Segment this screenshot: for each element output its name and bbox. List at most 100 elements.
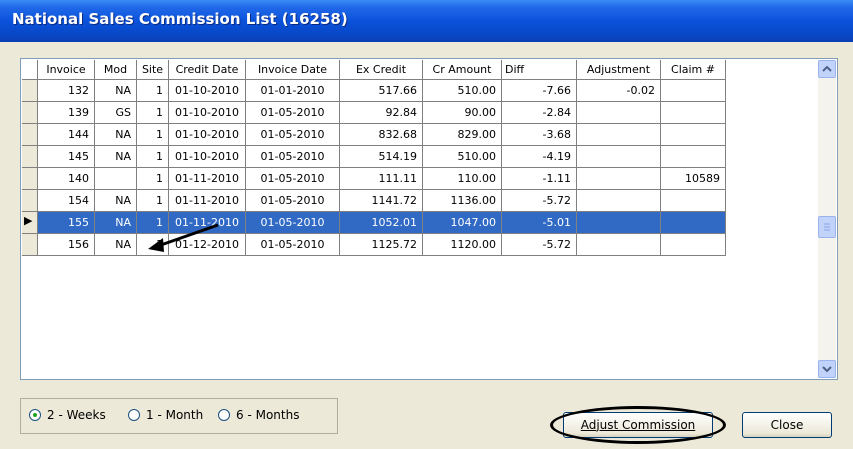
cell-mod[interactable]: NA bbox=[95, 234, 137, 256]
cell-ex-credit[interactable]: 514.19 bbox=[340, 146, 423, 168]
cell-ex-credit[interactable]: 1052.01 bbox=[340, 212, 423, 234]
scroll-down-arrow-icon[interactable] bbox=[818, 360, 836, 378]
cell-invoice-date[interactable]: 01-05-2010 bbox=[246, 168, 340, 190]
cell-cr-amount[interactable]: 1047.00 bbox=[423, 212, 502, 234]
cell-invoice[interactable]: 145 bbox=[38, 146, 95, 168]
cell-diff[interactable]: -1.11 bbox=[502, 168, 577, 190]
cell-invoice[interactable]: 139 bbox=[38, 102, 95, 124]
cell-site[interactable]: 1 bbox=[137, 168, 169, 190]
column-header-diff[interactable]: Diff bbox=[502, 60, 577, 80]
cell-ex-credit[interactable]: 517.66 bbox=[340, 80, 423, 102]
cell-claim[interactable] bbox=[661, 146, 726, 168]
adjust-commission-button[interactable]: Adjust Commission bbox=[563, 412, 713, 438]
cell-invoice-date[interactable]: 01-01-2010 bbox=[246, 80, 340, 102]
cell-credit-date[interactable]: 01-10-2010 bbox=[169, 80, 246, 102]
cell-claim[interactable] bbox=[661, 102, 726, 124]
cell-adjustment[interactable] bbox=[577, 168, 661, 190]
cell-cr-amount[interactable]: 829.00 bbox=[423, 124, 502, 146]
cell-claim[interactable] bbox=[661, 212, 726, 234]
cell-adjustment[interactable] bbox=[577, 190, 661, 212]
cell-credit-date[interactable]: 01-10-2010 bbox=[169, 102, 246, 124]
vertical-scrollbar[interactable] bbox=[818, 60, 836, 378]
cell-cr-amount[interactable]: 510.00 bbox=[423, 80, 502, 102]
cell-diff[interactable]: -5.72 bbox=[502, 234, 577, 256]
cell-site[interactable]: 1 bbox=[137, 102, 169, 124]
cell-mod[interactable]: NA bbox=[95, 80, 137, 102]
column-header-ex-credit[interactable]: Ex Credit bbox=[340, 60, 423, 80]
cell-claim[interactable] bbox=[661, 80, 726, 102]
cell-cr-amount[interactable]: 1136.00 bbox=[423, 190, 502, 212]
cell-ex-credit[interactable]: 111.11 bbox=[340, 168, 423, 190]
cell-cr-amount[interactable]: 110.00 bbox=[423, 168, 502, 190]
cell-mod[interactable] bbox=[95, 168, 137, 190]
cell-invoice[interactable]: 132 bbox=[38, 80, 95, 102]
radio-indicator-icon[interactable] bbox=[128, 409, 140, 421]
cell-site[interactable]: 1 bbox=[137, 124, 169, 146]
commission-grid[interactable]: Invoice Mod Site Credit Date Invoice Date Ex … bbox=[20, 58, 838, 380]
column-header-adjustment[interactable]: Adjustment bbox=[577, 60, 661, 80]
cell-site[interactable]: 1 bbox=[137, 80, 169, 102]
cell-invoice[interactable]: 156 bbox=[38, 234, 95, 256]
row-selector[interactable] bbox=[22, 146, 38, 168]
cell-invoice-date[interactable]: 01-05-2010 bbox=[246, 234, 340, 256]
cell-claim[interactable] bbox=[661, 234, 726, 256]
cell-ex-credit[interactable]: 1141.72 bbox=[340, 190, 423, 212]
row-selector[interactable] bbox=[22, 124, 38, 146]
cell-invoice[interactable]: 144 bbox=[38, 124, 95, 146]
cell-adjustment[interactable] bbox=[577, 124, 661, 146]
cell-claim[interactable] bbox=[661, 190, 726, 212]
cell-ex-credit[interactable]: 832.68 bbox=[340, 124, 423, 146]
cell-site[interactable]: 1 bbox=[137, 234, 169, 256]
row-selector[interactable] bbox=[22, 168, 38, 190]
cell-diff[interactable]: -2.84 bbox=[502, 102, 577, 124]
cell-mod[interactable]: NA bbox=[95, 146, 137, 168]
cell-ex-credit[interactable]: 92.84 bbox=[340, 102, 423, 124]
cell-diff[interactable]: -4.19 bbox=[502, 146, 577, 168]
cell-invoice-date[interactable]: 01-05-2010 bbox=[246, 212, 340, 234]
column-header-claim[interactable]: Claim # bbox=[661, 60, 726, 80]
cell-claim[interactable]: 10589 bbox=[661, 168, 726, 190]
cell-diff[interactable]: -7.66 bbox=[502, 80, 577, 102]
cell-invoice-date[interactable]: 01-05-2010 bbox=[246, 190, 340, 212]
cell-credit-date[interactable]: 01-11-2010 bbox=[169, 190, 246, 212]
cell-claim[interactable] bbox=[661, 124, 726, 146]
scroll-thumb[interactable] bbox=[818, 216, 836, 238]
cell-diff[interactable]: -5.01 bbox=[502, 212, 577, 234]
cell-site[interactable]: 1 bbox=[137, 190, 169, 212]
column-header-credit-date[interactable]: Credit Date bbox=[169, 60, 246, 80]
row-selector[interactable] bbox=[22, 190, 38, 212]
radio-indicator-icon[interactable] bbox=[218, 409, 230, 421]
cell-credit-date[interactable]: 01-10-2010 bbox=[169, 124, 246, 146]
cell-credit-date[interactable]: 01-10-2010 bbox=[169, 146, 246, 168]
cell-invoice-date[interactable]: 01-05-2010 bbox=[246, 124, 340, 146]
cell-credit-date[interactable]: 01-12-2010 bbox=[169, 234, 246, 256]
radio-indicator-icon[interactable] bbox=[29, 409, 41, 421]
column-header-cr-amount[interactable]: Cr Amount bbox=[423, 60, 502, 80]
cell-cr-amount[interactable]: 1120.00 bbox=[423, 234, 502, 256]
close-button[interactable]: Close bbox=[742, 412, 832, 438]
cell-credit-date[interactable]: 01-11-2010 bbox=[169, 212, 246, 234]
row-selector[interactable] bbox=[22, 234, 38, 256]
cell-invoice[interactable]: 154 bbox=[38, 190, 95, 212]
cell-site[interactable]: 1 bbox=[137, 146, 169, 168]
cell-adjustment[interactable] bbox=[577, 234, 661, 256]
cell-mod[interactable]: NA bbox=[95, 212, 137, 234]
row-selector[interactable] bbox=[22, 80, 38, 102]
cell-invoice-date[interactable]: 01-05-2010 bbox=[246, 102, 340, 124]
cell-invoice[interactable]: 140 bbox=[38, 168, 95, 190]
scroll-up-arrow-icon[interactable] bbox=[818, 60, 836, 78]
cell-mod[interactable]: NA bbox=[95, 124, 137, 146]
cell-diff[interactable]: -5.72 bbox=[502, 190, 577, 212]
cell-mod[interactable]: GS bbox=[95, 102, 137, 124]
cell-site[interactable]: 1 bbox=[137, 212, 169, 234]
title-bar[interactable]: National Sales Commission List (16258) bbox=[0, 0, 853, 42]
row-selector[interactable] bbox=[22, 102, 38, 124]
cell-credit-date[interactable]: 01-11-2010 bbox=[169, 168, 246, 190]
cell-mod[interactable]: NA bbox=[95, 190, 137, 212]
cell-adjustment[interactable] bbox=[577, 102, 661, 124]
cell-diff[interactable]: -3.68 bbox=[502, 124, 577, 146]
cell-cr-amount[interactable]: 90.00 bbox=[423, 102, 502, 124]
cell-invoice-date[interactable]: 01-05-2010 bbox=[246, 146, 340, 168]
row-selector[interactable]: ▶ bbox=[22, 212, 38, 234]
column-header-invoice[interactable]: Invoice bbox=[38, 60, 95, 80]
